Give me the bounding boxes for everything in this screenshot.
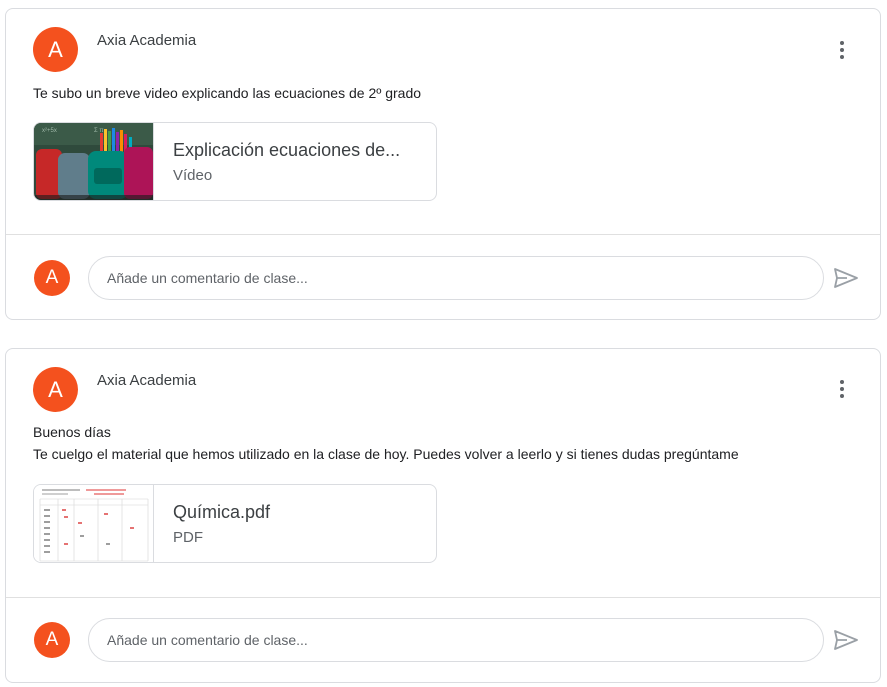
- class-comment-input[interactable]: Añade un comentario de clase...: [88, 256, 824, 300]
- commenter-avatar: A: [34, 260, 70, 296]
- author-name: Axia Academia: [97, 372, 197, 389]
- video-thumbnail: x²+5x Σ π: [34, 123, 154, 200]
- attachment-title: Química.pdf: [173, 501, 271, 522]
- post-text: Buenos días Te cuelgo el material que he…: [33, 421, 739, 465]
- attachment-video[interactable]: x²+5x Σ π Explicación ecuaciones de... V…: [33, 122, 437, 201]
- comment-placeholder: Añade un comentario de clase...: [107, 270, 308, 286]
- avatar-letter: A: [48, 376, 63, 402]
- post-card: A Axia Academia Buenos días Te cuelgo el…: [5, 348, 881, 683]
- more-options-icon[interactable]: [830, 374, 854, 404]
- send-icon[interactable]: [833, 266, 859, 290]
- commenter-avatar: A: [34, 622, 70, 658]
- attachment-pdf[interactable]: Química.pdf PDF: [33, 484, 437, 563]
- svg-text:x²+5x: x²+5x: [42, 128, 57, 134]
- post-text-line: Te cuelgo el material que hemos utilizad…: [33, 446, 739, 462]
- post-text-line: Buenos días: [33, 424, 111, 440]
- attachment-type: Vídeo: [173, 166, 213, 184]
- avatar-letter: A: [45, 267, 59, 288]
- author-name: Axia Academia: [97, 32, 197, 49]
- divider: [6, 597, 880, 598]
- post-text-line: Te subo un breve video explicando las ec…: [33, 85, 422, 101]
- comment-placeholder: Añade un comentario de clase...: [107, 632, 308, 648]
- avatar-letter: A: [48, 36, 63, 62]
- author-avatar[interactable]: A: [33, 27, 78, 72]
- avatar-letter: A: [45, 629, 59, 650]
- author-avatar[interactable]: A: [33, 367, 78, 412]
- more-options-icon[interactable]: [830, 35, 854, 65]
- post-card: A Axia Academia Te subo un breve video e…: [5, 8, 881, 320]
- send-icon[interactable]: [833, 628, 859, 652]
- pdf-thumbnail: [34, 485, 154, 562]
- class-comment-input[interactable]: Añade un comentario de clase...: [88, 618, 824, 662]
- post-text: Te subo un breve video explicando las ec…: [33, 82, 421, 104]
- divider: [6, 234, 880, 235]
- attachment-type: PDF: [173, 528, 203, 546]
- attachment-title: Explicación ecuaciones de...: [173, 139, 401, 160]
